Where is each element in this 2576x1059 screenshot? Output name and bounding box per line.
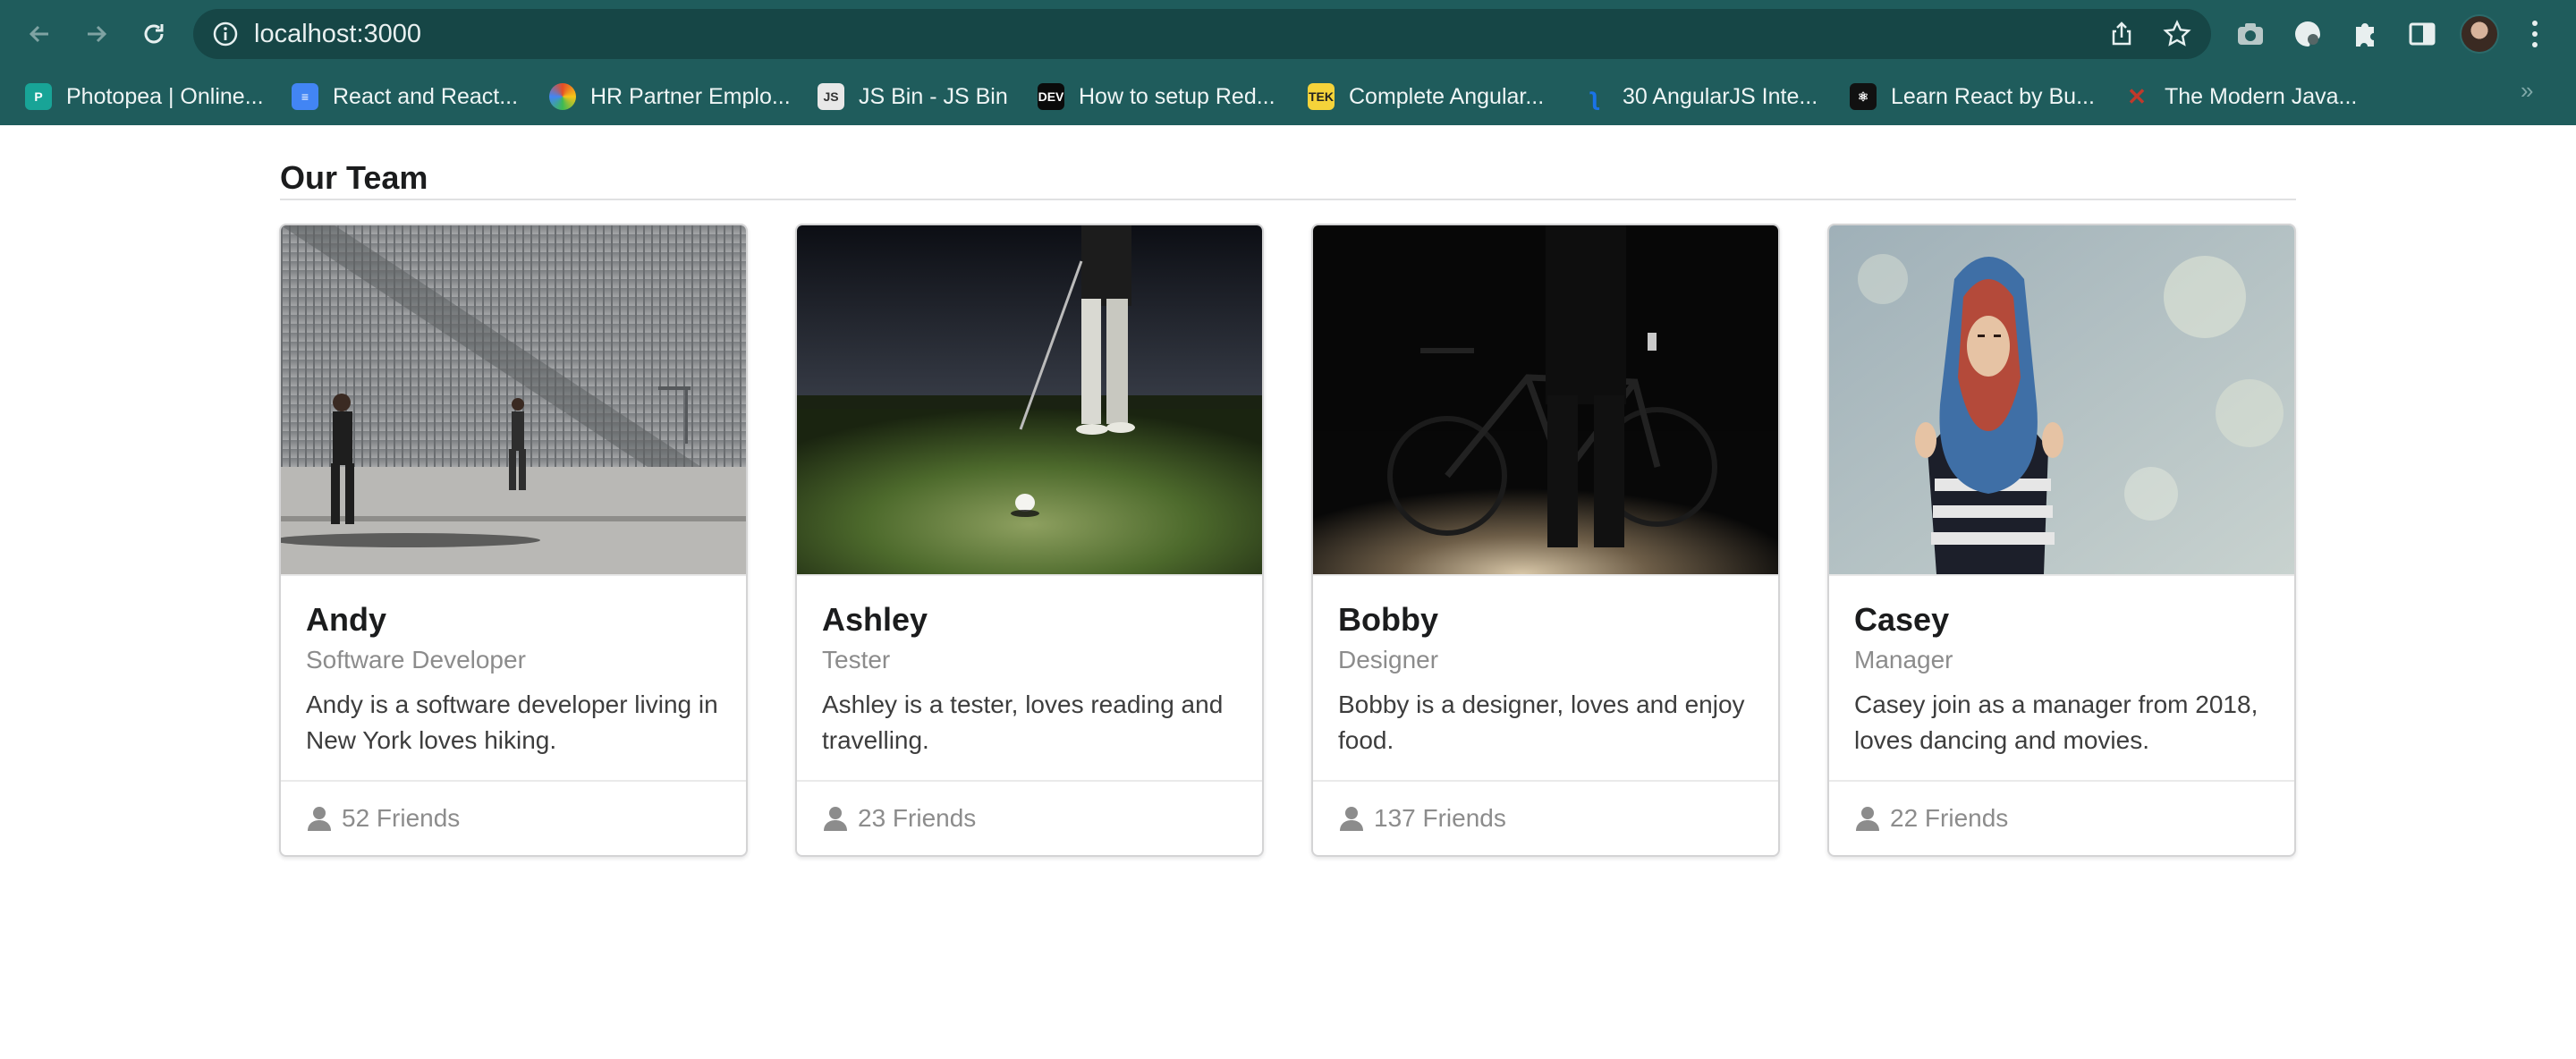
arrow-left-icon bbox=[29, 25, 48, 43]
user-icon bbox=[824, 807, 847, 831]
dev-icon: DEV bbox=[1038, 83, 1064, 110]
member-description: Ashley is a tester, loves reading and tr… bbox=[822, 690, 1224, 754]
heading-divider bbox=[280, 199, 2296, 200]
team-member-card[interactable]: Casey Manager Casey join as a manager fr… bbox=[1827, 224, 2296, 857]
member-role: Designer bbox=[1338, 646, 1439, 674]
kebab-menu-icon[interactable] bbox=[2529, 16, 2540, 52]
member-name[interactable]: Andy bbox=[306, 601, 386, 639]
card-footer[interactable]: 22 Friends bbox=[1829, 780, 2294, 855]
member-name[interactable]: Bobby bbox=[1338, 601, 1438, 639]
bookmark-item[interactable]: JS JS Bin - JS Bin bbox=[818, 77, 1008, 116]
star-icon[interactable] bbox=[2163, 20, 2191, 48]
member-role: Manager bbox=[1854, 646, 1953, 674]
member-description: Bobby is a designer, loves and enjoy foo… bbox=[1338, 690, 1745, 754]
bookmark-item[interactable]: ʅ 30 AngularJS Inte... bbox=[1581, 77, 1818, 116]
info-icon[interactable] bbox=[211, 20, 240, 48]
angular-icon: ʅ bbox=[1590, 82, 1599, 110]
camera-extension-icon[interactable] bbox=[2234, 18, 2267, 50]
card-footer[interactable]: 137 Friends bbox=[1313, 780, 1778, 855]
team-member-card[interactable]: Ashley Tester Ashley is a tester, loves … bbox=[795, 224, 1264, 857]
arrow-right-icon bbox=[88, 25, 107, 43]
browser-chrome: localhost:3000 P Photopea | Online... ≡ … bbox=[0, 0, 2576, 125]
member-name[interactable]: Casey bbox=[1854, 601, 1949, 639]
team-member-card[interactable]: Bobby Designer Bobby is a designer, love… bbox=[1311, 224, 1780, 857]
card-content: Ashley Tester Ashley is a tester, loves … bbox=[797, 574, 1262, 780]
chevron-double-right-icon[interactable]: » bbox=[2521, 77, 2533, 105]
page-title: Our Team bbox=[280, 159, 428, 196]
profile-avatar[interactable] bbox=[2460, 14, 2499, 54]
browser-toolbar: localhost:3000 bbox=[0, 0, 2576, 68]
url-text: localhost:3000 bbox=[254, 20, 422, 48]
bookmark-item[interactable]: ≡ React and React... bbox=[292, 77, 518, 116]
share-icon[interactable] bbox=[2107, 20, 2136, 48]
bookmark-item[interactable]: ⚛ Learn React by Bu... bbox=[1850, 77, 2095, 116]
photopea-icon: P bbox=[25, 83, 52, 110]
card-footer[interactable]: 52 Friends bbox=[281, 780, 746, 855]
back-button[interactable] bbox=[21, 16, 57, 52]
bookmark-item[interactable]: TEK Complete Angular... bbox=[1308, 77, 1544, 116]
address-bar[interactable]: localhost:3000 bbox=[193, 9, 2211, 59]
member-role: Software Developer bbox=[306, 646, 526, 674]
team-member-card[interactable]: Andy Software Developer Andy is a softwa… bbox=[279, 224, 748, 857]
color-picker-extension-icon[interactable] bbox=[2292, 18, 2324, 50]
friends-count: 22 Friends bbox=[1890, 804, 2009, 832]
member-description: Casey join as a manager from 2018, loves… bbox=[1854, 690, 2258, 754]
reload-button[interactable] bbox=[136, 16, 172, 52]
page-content: Our Team Andy Software Developer Andy is… bbox=[0, 125, 2576, 1059]
user-icon bbox=[308, 807, 331, 831]
user-icon bbox=[1340, 807, 1363, 831]
friends-count: 137 Friends bbox=[1374, 804, 1506, 832]
docs-icon: ≡ bbox=[292, 83, 318, 110]
member-name[interactable]: Ashley bbox=[822, 601, 928, 639]
bookmark-item[interactable]: HR Partner Emplo... bbox=[549, 77, 791, 116]
friends-count: 23 Friends bbox=[858, 804, 977, 832]
tek-icon: TEK bbox=[1308, 83, 1335, 110]
forward-button[interactable] bbox=[79, 16, 114, 52]
bookmarks-bar: P Photopea | Online... ≡ React and React… bbox=[0, 68, 2576, 125]
javascript-icon: ✕ bbox=[2127, 82, 2147, 110]
member-role: Tester bbox=[822, 646, 891, 674]
person-with-bicycle-photo bbox=[1313, 225, 1778, 574]
reload-icon bbox=[144, 24, 164, 44]
card-footer[interactable]: 23 Friends bbox=[797, 780, 1262, 855]
jsbin-icon: JS bbox=[818, 83, 844, 110]
golfer-putting-photo bbox=[797, 225, 1262, 574]
friends-count: 52 Friends bbox=[342, 804, 461, 832]
member-description: Andy is a software developer living in N… bbox=[306, 690, 718, 754]
card-content: Casey Manager Casey join as a manager fr… bbox=[1829, 574, 2294, 780]
bookmark-item[interactable]: P Photopea | Online... bbox=[25, 77, 264, 116]
woman-with-scarf-photo bbox=[1829, 225, 2294, 574]
bookmark-item[interactable]: ✕ The Modern Java... bbox=[2123, 77, 2357, 116]
user-icon bbox=[1856, 807, 1879, 831]
card-content: Andy Software Developer Andy is a softwa… bbox=[281, 574, 746, 780]
man-walking-by-wall-photo bbox=[281, 225, 746, 574]
puzzle-extensions-icon[interactable] bbox=[2349, 18, 2381, 50]
react-icon: ⚛ bbox=[1850, 83, 1877, 110]
bookmark-item[interactable]: DEV How to setup Red... bbox=[1038, 77, 1275, 116]
card-content: Bobby Designer Bobby is a designer, love… bbox=[1313, 574, 1778, 780]
hr-partner-icon bbox=[549, 83, 576, 110]
side-panel-icon[interactable] bbox=[2406, 18, 2438, 50]
